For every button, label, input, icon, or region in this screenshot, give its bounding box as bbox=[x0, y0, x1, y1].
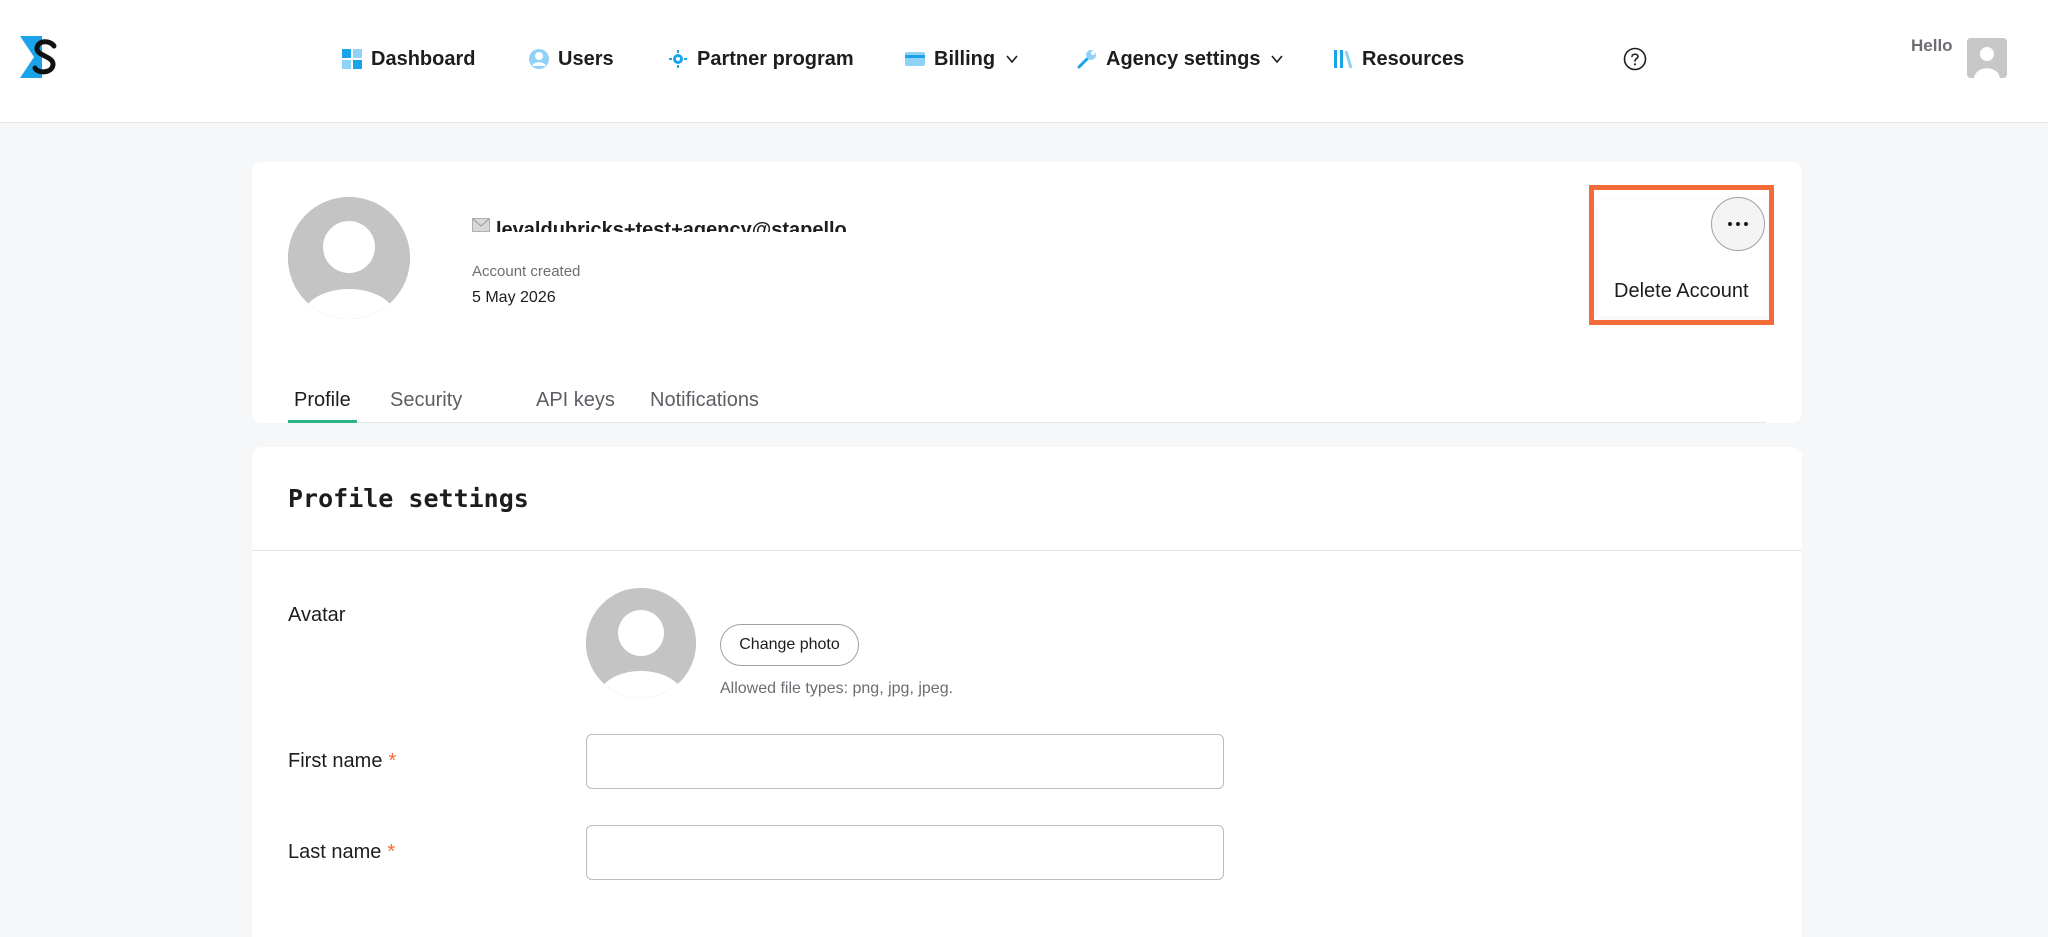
nav-users-label: Users bbox=[558, 47, 614, 70]
tab-profile[interactable]: Profile bbox=[288, 375, 357, 423]
nav-agency-label: Agency settings bbox=[1106, 47, 1261, 70]
nav-users[interactable]: Users bbox=[528, 40, 614, 78]
section-title: Profile settings bbox=[288, 484, 529, 513]
top-navigation-bar: Dashboard Users Partner program Billing bbox=[0, 0, 2048, 123]
account-created-date: 5 May 2026 bbox=[472, 289, 556, 306]
tab-security[interactable]: Security bbox=[390, 375, 462, 423]
change-photo-button[interactable]: Change photo bbox=[720, 624, 859, 666]
mail-icon bbox=[472, 218, 490, 232]
nav-partner-program[interactable]: Partner program bbox=[667, 40, 854, 78]
greeting-text: Hello bbox=[1911, 36, 1953, 55]
first-name-label: First name * bbox=[288, 750, 396, 773]
partner-icon bbox=[669, 50, 687, 68]
nav-agency-settings[interactable]: Agency settings bbox=[1076, 40, 1284, 78]
required-mark: * bbox=[388, 750, 397, 772]
delete-account-menu-item[interactable]: Delete Account bbox=[1614, 280, 1749, 303]
last-name-label: Last name * bbox=[288, 841, 395, 864]
nav-billing[interactable]: Billing bbox=[904, 40, 1019, 78]
nav-resources[interactable]: Resources bbox=[1332, 40, 1464, 78]
nav-dashboard-label: Dashboard bbox=[371, 47, 476, 70]
chevron-down-icon bbox=[1271, 55, 1284, 64]
help-icon[interactable] bbox=[1623, 47, 1647, 71]
more-icon-dot bbox=[1736, 222, 1740, 226]
tab-notifications[interactable]: Notifications bbox=[650, 375, 759, 423]
users-icon bbox=[529, 49, 549, 69]
last-name-label-text: Last name bbox=[288, 841, 382, 863]
first-name-label-text: First name bbox=[288, 750, 383, 772]
wrench-icon bbox=[1077, 50, 1096, 69]
profile-avatar bbox=[288, 197, 410, 319]
file-types-hint: Allowed file types: png, jpg, jpeg. bbox=[720, 680, 954, 697]
dashboard-icon bbox=[342, 49, 362, 69]
profile-email: levaldubricks+test+agency@stapello bbox=[472, 210, 847, 232]
user-avatar[interactable] bbox=[1967, 38, 2007, 78]
avatar-label: Avatar bbox=[288, 604, 346, 626]
profile-settings-card: Profile settings Avatar Change photo All… bbox=[252, 447, 1802, 937]
nav-resources-label: Resources bbox=[1362, 47, 1465, 70]
profile-header-card: levaldubricks+test+agency@stapello Accou… bbox=[252, 162, 1802, 423]
account-created-label: Account created bbox=[472, 263, 581, 280]
first-name-input[interactable] bbox=[586, 734, 1224, 789]
billing-icon bbox=[905, 52, 925, 66]
divider bbox=[252, 550, 1802, 551]
avatar-placeholder-icon bbox=[1967, 38, 2007, 78]
avatar-preview bbox=[586, 588, 696, 698]
required-mark: * bbox=[387, 841, 396, 863]
more-icon bbox=[1728, 222, 1732, 226]
profile-tabs: Profile Security API keys Notifications bbox=[288, 375, 1766, 423]
more-options-button[interactable] bbox=[1711, 197, 1765, 251]
logo-icon[interactable] bbox=[20, 36, 60, 78]
avatar-placeholder-icon bbox=[586, 588, 696, 698]
avatar-placeholder-icon bbox=[288, 197, 410, 319]
last-name-input[interactable] bbox=[586, 825, 1224, 880]
nav-billing-label: Billing bbox=[934, 47, 996, 70]
chevron-down-icon bbox=[1006, 55, 1018, 64]
nav-partner-label: Partner program bbox=[697, 47, 854, 70]
nav-dashboard[interactable]: Dashboard bbox=[341, 40, 475, 78]
resources-icon bbox=[1334, 50, 1353, 69]
tab-api-keys[interactable]: API keys bbox=[536, 375, 615, 423]
more-icon-dot bbox=[1744, 222, 1748, 226]
profile-email-text: levaldubricks+test+agency@stapello bbox=[496, 219, 847, 232]
